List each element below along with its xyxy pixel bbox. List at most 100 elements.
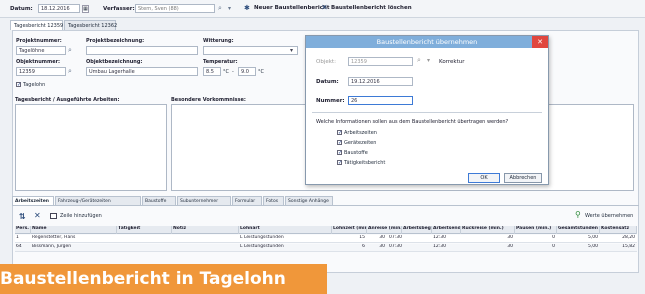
cell-end[interactable]: 12:30 [432,244,461,252]
cell-return[interactable]: 30 [461,235,515,243]
col-header[interactable]: Lohnart [239,226,332,234]
dialog-object-chevron-icon[interactable]: ▾ [427,57,430,64]
cell-arrival[interactable]: 30 [367,244,387,252]
temperature-unit-to: °C [258,69,264,75]
col-header[interactable]: Name [31,226,117,234]
col-header[interactable]: Arbeitsende [432,226,461,234]
object-no-input[interactable]: 12359 [16,67,66,76]
option-checkbox[interactable]: ✓ [337,160,342,166]
dialog-number-label: Nummer: [316,98,345,104]
daily-report-textarea[interactable] [15,104,167,191]
cell-breaks[interactable]: 0 [515,244,557,252]
move-icon[interactable]: ⇅ [19,212,26,221]
cell-end[interactable]: 12:30 [432,235,461,243]
cell-breaks[interactable]: 0 [515,235,557,243]
cell-arrival[interactable]: 30 [367,235,387,243]
remove-row-icon[interactable]: ✕ [34,211,41,220]
dialog-question: Welche Informationen sollen aus dem Baus… [316,119,509,125]
tab-photos[interactable]: Fotos [263,196,284,205]
cell-wage-type[interactable]: L Leistungsstunden [239,244,332,252]
project-desc-input[interactable] [86,46,198,55]
weather-label: Witterung: [203,38,234,44]
cell-cost-rate[interactable]: 15,82 [600,244,637,252]
daywork-checkbox[interactable]: ✓ [16,82,21,88]
col-header[interactable]: Lohnzeit (min.) [332,226,367,234]
object-desc-label: Objektbezeichnung: [86,59,143,65]
object-search-icon[interactable]: ⌕ [68,67,72,76]
cell-total-hours[interactable]: 5,00 [557,235,600,243]
cell-start[interactable]: 07:30 [388,244,428,252]
chevron-down-icon[interactable]: ▾ [228,5,231,12]
search-icon[interactable]: ⌕ [218,4,222,13]
special-events-heading: Besondere Vorkommnisse: [171,97,246,103]
temperature-to-input[interactable]: 9.0 [238,67,256,76]
option-checkbox[interactable]: ✓ [337,140,342,146]
weather-select[interactable] [203,46,298,55]
option-devicetimes-label: Gerätezeiten [344,140,377,146]
cell-wage-time[interactable]: 6 [332,244,367,252]
cell-cost-rate[interactable]: 28,20 [600,235,637,243]
dialog-object-input[interactable]: 12359 [348,57,413,66]
cell-name[interactable]: Regenstetter, Hans [31,235,117,243]
apply-values-icon: ⚲ [575,210,581,219]
date-input[interactable]: 18.12.2016 [38,4,80,13]
col-header[interactable]: Anreise (min.) [367,226,402,234]
tab-vehicle-times[interactable]: Fahrzeug-/Gerätezeiten [55,196,141,205]
close-icon[interactable]: ✕ [532,36,548,48]
add-row-button[interactable]: Zeile hinzufügen [60,213,102,219]
col-header[interactable]: Gesamtstunden [557,226,600,234]
tab-subcontractors[interactable]: Subunternehmer [177,196,231,205]
col-header[interactable]: Rückreise (min.) [461,226,515,234]
tab-materials[interactable]: Baustoffe [142,196,176,205]
dialog-object-label: Objekt: [316,59,336,65]
object-no-label: Objektnummer: [16,59,61,65]
col-header[interactable]: Pausen (min.) [515,226,557,234]
cell-total-hours[interactable]: 5,00 [557,244,600,252]
add-row-icon[interactable] [50,213,57,219]
cell-wage-time[interactable]: 15 [332,235,367,243]
tabs-underline [12,205,639,206]
dialog-number-input[interactable]: 26 [348,96,413,105]
object-desc-input[interactable]: Umbau Lagerhalle [86,67,198,76]
cell-pers-no[interactable]: 1 [15,235,31,243]
delete-report-button[interactable]: Baustellenbericht löschen [331,5,412,11]
dialog-object-extra: Korrektur [439,59,465,65]
col-header[interactable]: Arbeitsbeginn [402,226,432,234]
cancel-button[interactable]: Abbrechen [504,173,542,183]
tab-report-12362[interactable]: Tagesbericht 12362 [64,20,117,30]
col-header[interactable]: Tätigkeit [117,226,172,234]
daywork-label: Tagelohn [23,82,46,88]
weather-chevron-icon[interactable]: ▾ [290,47,293,54]
project-search-icon[interactable]: ⌕ [68,46,72,55]
temperature-separator: - [232,69,234,75]
tab-worktimes[interactable]: Arbeitszeiten [12,196,54,205]
cell-start[interactable]: 07:30 [388,235,428,243]
temperature-unit-from: °C [223,69,229,75]
col-header[interactable]: Pers. Nr. [15,226,31,234]
tab-report-12359[interactable]: Tagesbericht 12359 [10,20,63,30]
temperature-from-input[interactable]: 8.5 [203,67,221,76]
col-header[interactable]: Notiz [172,226,239,234]
dialog-object-search-icon[interactable]: ⌕ [417,56,421,65]
project-no-input[interactable]: Tagelöhne [16,46,66,55]
cell-pers-no[interactable]: 64 [15,244,31,252]
option-checkbox[interactable]: ✓ [337,150,342,156]
new-report-button[interactable]: Neuer Baustellenbericht [254,5,330,11]
cell-name[interactable]: Bissmann, Jürgen [31,244,117,252]
cell-wage-type[interactable]: L Leistungsstunden [239,235,332,243]
tab-other-attachments[interactable]: Sonstige Anhänge [285,196,333,205]
option-activity-label: Tätigkeitsbericht [344,160,386,166]
option-materials-label: Baustoffe [344,150,368,156]
calendar-icon[interactable]: ▦ [82,5,89,13]
col-header[interactable]: Kostensatz [600,226,637,234]
cell-return[interactable]: 30 [461,244,515,252]
author-input[interactable]: Stern, Sven (88) [135,4,215,13]
ok-button[interactable]: OK [468,173,500,183]
apply-values-button[interactable]: Werte übernehmen [585,213,633,219]
dialog-title: Baustellenbericht übernehmen [306,36,548,48]
dialog-divider [312,112,542,113]
delete-icon: ✕ [321,3,328,12]
tab-form[interactable]: Formular [232,196,262,205]
option-checkbox[interactable]: ✓ [337,130,342,136]
dialog-date-input[interactable]: 19.12.2016 [348,77,413,86]
